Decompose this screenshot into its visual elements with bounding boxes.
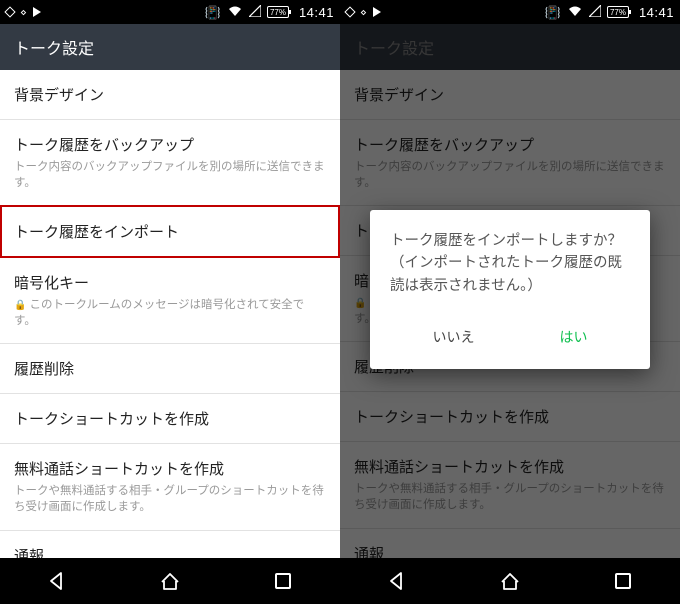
notification-icon [4, 6, 15, 17]
nav-home-button[interactable] [498, 569, 522, 593]
battery-icon: 77% [267, 6, 289, 18]
item-report: 通報 [340, 529, 680, 558]
badge-icon: ⋄ [360, 6, 367, 19]
clock: 14:41 [299, 5, 334, 20]
item-background-design[interactable]: 背景デザイン [0, 70, 340, 120]
item-call-shortcut[interactable]: 無料通話ショートカットを作成 トークや無料通話する相手・グループのショートカット… [0, 444, 340, 530]
signal-icon [249, 5, 261, 19]
dialog-yes-button[interactable]: はい [550, 319, 598, 355]
lock-icon: 🔒 [354, 298, 366, 309]
item-backup-history[interactable]: トーク履歴をバックアップ トーク内容のバックアップファイルを別の場所に送信できま… [0, 120, 340, 206]
status-bar: ⋄ 📳 77% 14:41 [0, 0, 340, 24]
nav-back-button[interactable] [385, 569, 409, 593]
nav-back-button[interactable] [45, 569, 69, 593]
item-call-shortcut: 無料通話ショートカットを作成 トークや無料通話する相手・グループのショートカット… [340, 442, 680, 528]
clock: 14:41 [639, 5, 674, 20]
settings-list[interactable]: 背景デザイン トーク履歴をバックアップ トーク内容のバックアップファイルを別の場… [0, 70, 340, 558]
nav-bar [0, 558, 340, 604]
item-encryption-key[interactable]: 暗号化キー 🔒このトークルームのメッセージは暗号化されて安全です。 [0, 258, 340, 344]
page-title: トーク設定 [14, 35, 94, 59]
signal-icon [589, 5, 601, 19]
item-report[interactable]: 通報 [0, 531, 340, 558]
lock-icon: 🔒 [14, 300, 26, 311]
nav-home-button[interactable] [158, 569, 182, 593]
app-bar: トーク設定 [340, 24, 680, 70]
status-bar: ⋄ 📳 77% 14:41 [340, 0, 680, 24]
item-delete-history[interactable]: 履歴削除 [0, 344, 340, 394]
nav-recent-button[interactable] [271, 569, 295, 593]
wifi-icon [227, 5, 243, 19]
item-talk-shortcut: トークショートカットを作成 [340, 392, 680, 442]
item-background-design: 背景デザイン [340, 70, 680, 120]
nav-bar [340, 558, 680, 604]
phone-left: ⋄ 📳 77% 14:41 トーク設定 背景デザイン トーク履歴をバックアップ … [0, 0, 340, 604]
app-bar: トーク設定 [0, 24, 340, 70]
notification-icon [344, 6, 355, 17]
vibrate-icon: 📳 [545, 6, 561, 19]
dialog-no-button[interactable]: いいえ [423, 319, 485, 355]
vibrate-icon: 📳 [205, 6, 221, 19]
play-store-icon [33, 7, 41, 17]
dialog-message: トーク履歴をインポートしますか？（インポートされたトーク履歴の既読は表示されませ… [390, 230, 630, 297]
item-backup-history: トーク履歴をバックアップ トーク内容のバックアップファイルを別の場所に送信できま… [340, 120, 680, 206]
wifi-icon [567, 5, 583, 19]
page-title: トーク設定 [354, 35, 434, 59]
confirm-dialog: トーク履歴をインポートしますか？（インポートされたトーク履歴の既読は表示されませ… [370, 210, 650, 369]
play-store-icon [373, 7, 381, 17]
nav-recent-button[interactable] [611, 569, 635, 593]
item-talk-shortcut[interactable]: トークショートカットを作成 [0, 394, 340, 444]
item-import-history[interactable]: トーク履歴をインポート [0, 205, 340, 258]
battery-icon: 77% [607, 6, 629, 18]
phone-right: ⋄ 📳 77% 14:41 トーク設定 背景デザイン トーク履歴をバックアップ … [340, 0, 680, 604]
badge-icon: ⋄ [20, 6, 27, 19]
